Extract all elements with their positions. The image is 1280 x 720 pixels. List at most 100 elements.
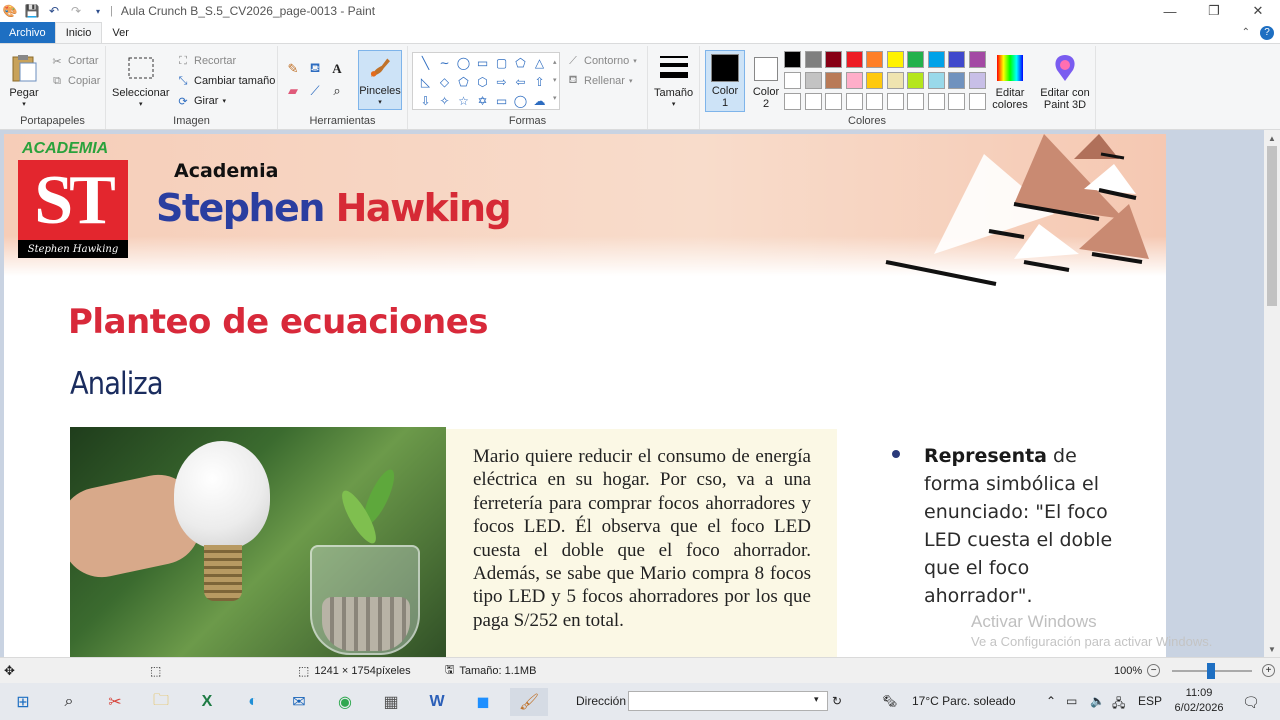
polygon-icon[interactable]: ⬠	[511, 53, 530, 72]
tab-view[interactable]: Ver	[102, 22, 139, 43]
color-swatch[interactable]	[784, 51, 801, 68]
paste-button[interactable]: Pegar ▾	[8, 52, 40, 111]
color-swatch[interactable]	[948, 51, 965, 68]
restore-button[interactable]: ❐	[1192, 0, 1236, 22]
edit-paint3d-button[interactable]: Editar con Paint 3D	[1036, 52, 1094, 111]
fill-bucket-icon[interactable]: ⛾	[304, 58, 326, 80]
diamond-icon[interactable]: ◇	[435, 72, 454, 91]
scroll-down-icon[interactable]: ▼	[1264, 641, 1280, 657]
scroll-thumb[interactable]	[1267, 146, 1277, 306]
zoom-slider-thumb[interactable]	[1207, 663, 1215, 679]
battery-icon[interactable]: ▭	[1066, 694, 1077, 708]
star-five-icon[interactable]: ☆	[454, 91, 473, 110]
save-icon[interactable]: 💾	[24, 3, 40, 19]
language-indicator[interactable]: ESP	[1138, 694, 1162, 708]
star-six-icon[interactable]: ✡	[473, 91, 492, 110]
hexagon-icon[interactable]: ⬡	[473, 72, 492, 91]
undo-icon[interactable]: ↶	[46, 3, 62, 19]
calculator-icon[interactable]: ▦	[372, 688, 410, 716]
size-button[interactable]: Tamaño ▾	[654, 52, 693, 111]
pentagon-icon[interactable]: ⬠	[454, 72, 473, 91]
callout-rect-icon[interactable]: ▭	[492, 91, 511, 110]
pencil-icon[interactable]: ✎	[282, 58, 304, 80]
clock[interactable]: 11:09 6/02/2026	[1170, 686, 1228, 716]
vertical-scrollbar[interactable]: ▲ ▼	[1264, 130, 1280, 657]
collapse-ribbon-icon[interactable]: ⌃	[1242, 27, 1250, 38]
edge-icon[interactable]: ◐	[234, 688, 272, 716]
color-swatch[interactable]	[886, 93, 904, 110]
rectangle-icon[interactable]: ▭	[473, 53, 492, 72]
color-swatch[interactable]	[784, 93, 801, 110]
color-swatch[interactable]	[845, 72, 863, 89]
document-canvas[interactable]: ACADEMIA ST Stephen Hawking Academia Ste…	[4, 134, 1166, 657]
zoom-in-button[interactable]: +	[1262, 664, 1275, 677]
weather-text[interactable]: 17°C Parc. soleado	[912, 694, 1016, 708]
zoom-app-icon[interactable]: ◼	[464, 688, 502, 716]
star-four-icon[interactable]: ✧	[435, 91, 454, 110]
color-swatch[interactable]	[886, 51, 904, 68]
color-swatch[interactable]	[907, 93, 924, 110]
color-swatch[interactable]	[825, 93, 842, 110]
resize-button[interactable]: ⤡ Cambiar tamaño	[176, 74, 276, 88]
triangle-icon[interactable]: △	[530, 53, 549, 72]
color-swatch[interactable]	[968, 72, 986, 89]
rotate-button[interactable]: ⟳ Girar ▾	[176, 94, 226, 108]
color-swatch[interactable]	[968, 51, 986, 68]
callout-cloud-icon[interactable]: ☁	[530, 91, 549, 110]
news-widget-icon[interactable]: 🗞	[882, 694, 897, 708]
file-explorer-icon[interactable]: 🗀	[142, 688, 180, 716]
color-swatch[interactable]	[845, 51, 863, 68]
notifications-icon[interactable]: 🗨	[1242, 694, 1260, 711]
minimize-button[interactable]: —	[1148, 0, 1192, 22]
edit-colors-button[interactable]: Editar colores	[990, 52, 1030, 111]
outline-button[interactable]: ⟋ Contorno ▾	[566, 54, 637, 68]
right-triangle-icon[interactable]: ◺	[416, 72, 435, 91]
color-swatch[interactable]	[804, 72, 822, 89]
tab-home[interactable]: Inicio	[54, 22, 103, 43]
paint-taskbar-icon[interactable]: 🖌	[510, 688, 548, 716]
arrow-up-icon[interactable]: ⇧	[530, 72, 549, 91]
color1-button[interactable]: Color 1	[705, 50, 745, 112]
color2-button[interactable]: Color 2	[748, 50, 784, 110]
line-icon[interactable]: ╲	[416, 53, 435, 72]
color-swatch[interactable]	[948, 72, 965, 89]
search-icon[interactable]: ⌕	[50, 688, 88, 716]
color-swatch[interactable]	[845, 93, 863, 110]
tab-file[interactable]: Archivo	[0, 22, 55, 43]
callout-oval-icon[interactable]: ◯	[511, 91, 530, 110]
arrow-right-icon[interactable]: ⇨	[492, 72, 511, 91]
color-swatch[interactable]	[804, 51, 822, 68]
color-swatch[interactable]	[927, 51, 945, 68]
help-icon[interactable]: ?	[1260, 25, 1274, 40]
color-swatch[interactable]	[948, 93, 965, 110]
color-picker-icon[interactable]: ⟋	[304, 80, 326, 102]
color-swatch[interactable]	[907, 51, 924, 68]
zoom-out-icon[interactable]: −	[1147, 664, 1161, 677]
oval-icon[interactable]: ◯	[454, 53, 473, 72]
volume-icon[interactable]: 🔈	[1090, 694, 1105, 708]
text-icon[interactable]: A	[326, 58, 348, 80]
crop-button[interactable]: ⛶ Recortar	[176, 54, 236, 68]
color-swatch[interactable]	[927, 93, 945, 110]
curve-icon[interactable]: ∼	[435, 53, 454, 72]
outlook-icon[interactable]: ✉	[280, 688, 318, 716]
show-hidden-icons[interactable]: ⌃	[1046, 694, 1056, 708]
rounded-rectangle-icon[interactable]: ▢	[492, 53, 511, 72]
redo-icon[interactable]: ↷	[68, 3, 84, 19]
color-swatch[interactable]	[804, 93, 822, 110]
canvas-area[interactable]: ACADEMIA ST Stephen Hawking Academia Ste…	[0, 130, 1264, 657]
close-button[interactable]: ✕	[1236, 0, 1280, 22]
color-swatch[interactable]	[866, 72, 883, 89]
scroll-up-icon[interactable]: ▲	[1264, 130, 1280, 146]
snip-tool-icon[interactable]: ✂	[96, 688, 134, 716]
customize-chevron-icon[interactable]: ▾	[90, 3, 106, 19]
word-icon[interactable]: W	[418, 688, 456, 716]
select-button[interactable]: Seleccionar ▾	[112, 52, 169, 111]
cut-button[interactable]: ✂ Cortar	[50, 54, 98, 68]
magnifier-icon[interactable]: ⌕	[326, 80, 348, 102]
brushes-button[interactable]: Pinceles ▾	[358, 50, 402, 110]
color-swatch[interactable]	[866, 93, 883, 110]
chrome-icon[interactable]: ◉	[326, 688, 364, 716]
copy-button[interactable]: ⧉ Copiar	[50, 74, 100, 88]
color-swatch[interactable]	[968, 93, 986, 110]
